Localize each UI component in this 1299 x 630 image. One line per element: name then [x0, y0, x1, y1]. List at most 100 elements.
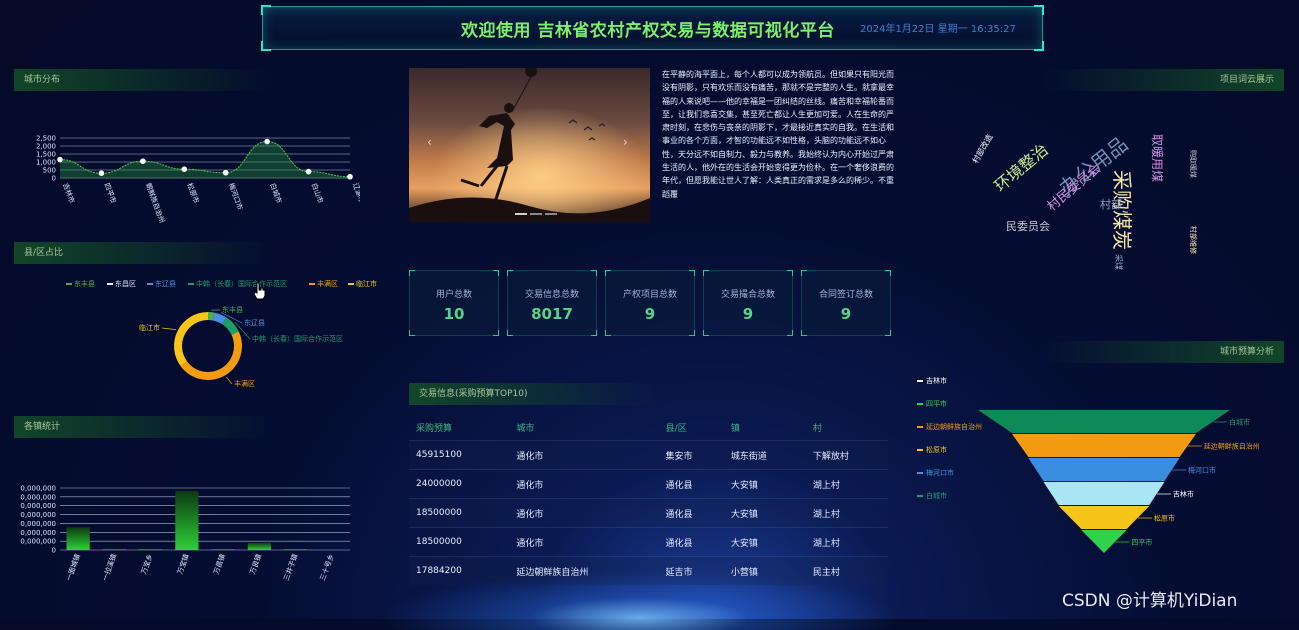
column-header[interactable]: 采购预算 — [409, 414, 509, 441]
word-cloud-word: 取暖用煤 — [1149, 134, 1166, 182]
stat-card: 产权项目总数 9 — [605, 270, 695, 336]
legend-swatch — [917, 472, 923, 474]
table-cell: 通化市 — [509, 441, 658, 470]
word-cloud-word: 环境整治 — [988, 137, 1052, 197]
y-tick-label: 0,000,000 — [20, 493, 56, 501]
stat-label: 交易信息总数 — [508, 287, 596, 300]
y-tick-label: 0 — [52, 175, 56, 183]
x-tick-label: 白城市 — [268, 182, 284, 205]
funnel-label: 吉林市 — [1173, 490, 1194, 499]
article-text: 在平静的海平面上，每个人都可以成为领航员。但如果只有阳光而没有阴影，只有欢乐而没… — [662, 68, 894, 224]
image-carousel[interactable]: ‹ › — [409, 68, 650, 222]
x-tick-label: 万良镇 — [248, 553, 264, 576]
donut-slice — [174, 312, 208, 366]
data-point — [223, 170, 229, 176]
stat-label: 合同签订总数 — [802, 287, 890, 300]
legend-label: 临江市 — [356, 280, 377, 288]
card-corner — [507, 270, 513, 276]
table-cell: 通化县 — [659, 528, 724, 557]
column-header[interactable]: 镇 — [724, 414, 806, 441]
stat-label: 产权项目总数 — [606, 287, 694, 300]
card-corner — [605, 330, 611, 336]
card-corner — [409, 270, 415, 276]
table-row[interactable]: 18500000通化市通化县大安镇湖上村 — [409, 528, 888, 557]
legend-swatch — [147, 283, 153, 285]
table-cell: 延吉市 — [659, 557, 724, 586]
panel-title-county-share: 县/区占比 — [14, 242, 274, 264]
trade-info-table: 采购预算城市县/区镇村 45915100通化市集安市城东街道下解放村240000… — [409, 414, 888, 585]
legend-swatch — [348, 283, 354, 285]
frame-corner — [1034, 41, 1044, 51]
column-header[interactable]: 城市 — [509, 414, 658, 441]
card-corner — [787, 330, 793, 336]
legend-label: 东丰县 — [74, 280, 95, 288]
table-cell: 通化市 — [509, 470, 658, 499]
legend-item[interactable]: 吉林市 — [917, 376, 947, 386]
panel-title-city-budget: 城市预算分析 — [1040, 341, 1284, 363]
stat-value: 9 — [606, 305, 694, 323]
column-header[interactable]: 村 — [806, 414, 888, 441]
stat-card: 用户总数 10 — [409, 270, 499, 336]
slice-label: 丰满区 — [234, 379, 255, 388]
y-tick-label: 2,000 — [36, 143, 56, 151]
column-header[interactable]: 县/区 — [659, 414, 724, 441]
y-tick-label: 0,000,000 — [20, 485, 56, 493]
stat-value: 8017 — [508, 305, 596, 323]
word-cloud-word: 采煤 — [1113, 254, 1124, 270]
legend-label: 中韩（长春）国际合作示范区 — [196, 280, 287, 288]
stat-value: 10 — [410, 305, 498, 323]
card-corner — [787, 270, 793, 276]
carousel-prev-button[interactable]: ‹ — [427, 135, 432, 149]
legend-item[interactable]: 东辽县 — [147, 279, 176, 289]
data-point — [57, 157, 63, 163]
table-row[interactable]: 17884200延边朝鲜族自治州延吉市小营镇民主村 — [409, 557, 888, 586]
y-tick-label: 0 — [52, 547, 56, 555]
funnel-segment — [1012, 434, 1196, 457]
card-corner — [703, 330, 709, 336]
legend-item[interactable]: 东丰县 — [66, 279, 95, 289]
table-body: 45915100通化市集安市城东街道下解放村24000000通化市通化县大安镇湖… — [409, 441, 888, 586]
bar — [103, 549, 126, 550]
legend-item[interactable]: 临江市 — [348, 279, 377, 289]
card-corner — [591, 330, 597, 336]
page-title: 欢迎使用 吉林省农村产权交易与数据可视化平台 — [461, 16, 835, 41]
table-cell: 湖上村 — [806, 470, 888, 499]
legend-swatch — [917, 403, 923, 405]
table-cell: 民主村 — [806, 557, 888, 586]
legend-swatch — [917, 426, 923, 428]
table-row[interactable]: 45915100通化市集安市城东街道下解放村 — [409, 441, 888, 470]
funnel-label: 梅河口市 — [1188, 466, 1216, 475]
bar — [284, 549, 307, 550]
x-tick-label: 白山市 — [310, 182, 326, 205]
data-point — [264, 139, 270, 145]
legend-swatch — [917, 380, 923, 382]
card-corner — [507, 330, 513, 336]
y-tick-label: 0,000,000 — [20, 502, 56, 510]
table-row[interactable]: 18500000通化市通化县大安镇湖上村 — [409, 499, 888, 528]
legend-item[interactable]: 丰满区 — [309, 279, 338, 289]
word-cloud-word: 民委员会 — [1006, 218, 1050, 234]
table-cell: 延边朝鲜族自治州 — [509, 557, 658, 586]
legend-label: 东昌区 — [115, 280, 136, 288]
carousel-next-button[interactable]: › — [623, 135, 628, 149]
header-frame: 欢迎使用 吉林省农村产权交易与数据可视化平台 2024年1月22日 星期一 16… — [262, 6, 1043, 50]
funnel-segment — [1044, 482, 1165, 505]
legend-swatch — [188, 283, 194, 285]
stat-card: 合同签订总数9 — [801, 270, 891, 336]
table-cell: 湖上村 — [806, 528, 888, 557]
watermark: CSDN @计算机YiDian — [1062, 586, 1237, 611]
table-cell: 17884200 — [409, 557, 509, 586]
x-tick-label: 三井子镇 — [281, 553, 299, 582]
legend-swatch — [309, 283, 315, 285]
legend-item[interactable]: 中韩（长春）国际合作示范区 — [188, 279, 287, 289]
card-corner — [591, 270, 597, 276]
bar — [67, 527, 90, 550]
legend-item[interactable]: 东昌区 — [107, 279, 136, 289]
stat-label: 交易撮合总数 — [704, 287, 792, 300]
slice-label: 东辽县 — [244, 318, 265, 327]
card-corner — [703, 270, 709, 276]
x-tick-label: 松原市 — [185, 182, 201, 205]
stat-label: 用户总数 — [410, 287, 498, 300]
table-cell: 大安镇 — [724, 528, 806, 557]
table-row[interactable]: 24000000通化市通化县大安镇湖上村 — [409, 470, 888, 499]
